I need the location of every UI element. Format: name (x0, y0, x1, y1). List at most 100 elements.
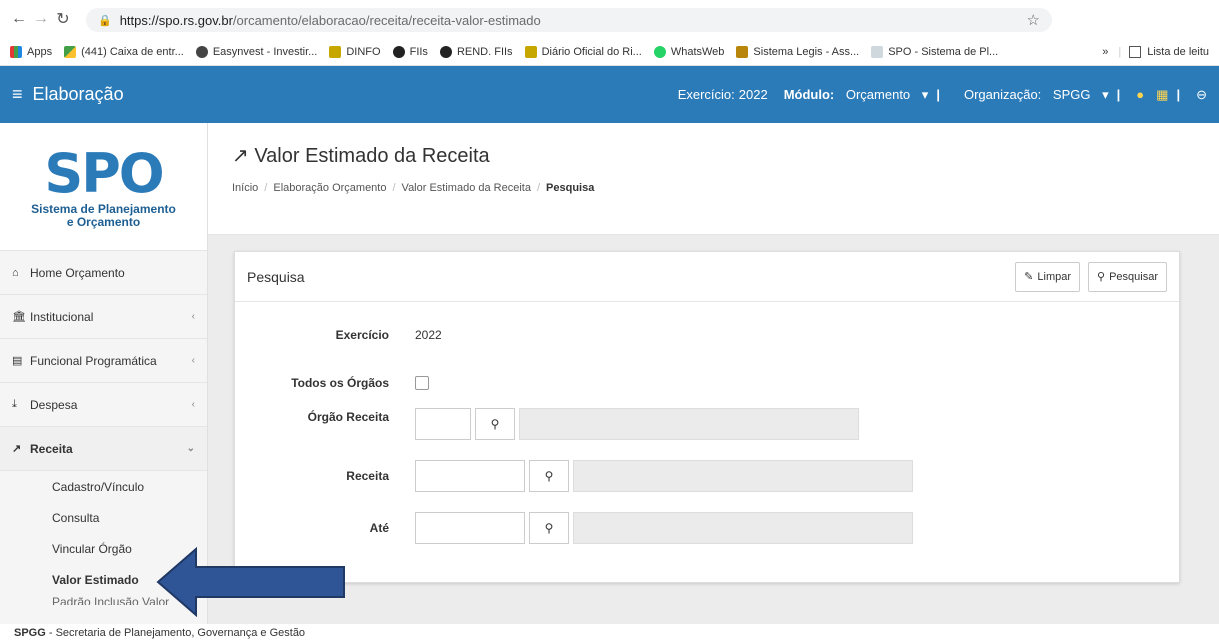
todos-orgaos-checkbox[interactable] (415, 376, 429, 390)
document-icon (871, 45, 884, 58)
field-receita: Receita ⚲ (235, 460, 913, 492)
bookmark-whatsweb[interactable]: WhatsWeb (653, 45, 724, 58)
sidebar-item-label: Funcional Programática (30, 353, 157, 368)
easynvest-icon (195, 45, 208, 58)
bookmarks-bar: Apps (441) Caixa de entr... Easynvest - … (0, 38, 1219, 66)
back-icon[interactable]: ← (8, 10, 30, 28)
bookmark-dinfo[interactable]: DINFO (329, 45, 381, 58)
bookmark-diario[interactable]: Diário Oficial do Ri... (524, 45, 642, 58)
app-title: Elaboração (32, 84, 124, 104)
bookmark-mail[interactable]: (441) Caixa de entr... (64, 45, 184, 58)
chevron-down-icon: ⌄ (186, 443, 195, 454)
sidebar-item-funcional[interactable]: ▤ Funcional Programática ‹ (0, 339, 207, 383)
modulo-dropdown[interactable]: Módulo: Orçamento ▾ (784, 87, 929, 103)
chevron-left-icon: ‹ (191, 311, 195, 322)
reading-list-label[interactable]: Lista de leitu (1147, 46, 1209, 58)
exercicio-field-value: 2022 (415, 328, 442, 342)
search-icon: ⚲ (1097, 271, 1106, 283)
url-host: https://spo.rs.gov.br (119, 12, 233, 28)
ate-search-icon[interactable]: ⚲ (529, 512, 569, 544)
bookmark-spo[interactable]: SPO - Sistema de Pl... (871, 45, 998, 58)
bookmark-apps[interactable]: Apps (10, 45, 52, 58)
main-content: ↗ Valor Estimado da Receita Início / Elabo… (208, 123, 1219, 642)
field-todos-orgaos: Todos os Órgãos (235, 376, 429, 390)
download-icon: ⤓ (12, 398, 17, 410)
divider: | (1116, 87, 1121, 102)
reload-icon[interactable]: ↻ (52, 9, 74, 29)
panel-title: Pesquisa (247, 268, 305, 285)
receita-label: Receita (346, 469, 389, 483)
mail-icon (64, 45, 77, 58)
sidebar-item-label: Institucional (30, 309, 94, 324)
sidebar-item-home[interactable]: ⌂ Home Orçamento (0, 251, 207, 295)
address-bar[interactable]: 🔒 https://spo.rs.gov.br/orcamento/elabor… (86, 8, 1052, 32)
bookmark-legis[interactable]: Sistema Legis - Ass... (736, 45, 859, 58)
sidebar-subitem-cadastro[interactable]: Cadastro/Vínculo (0, 471, 207, 502)
sidebar-item-institucional[interactable]: 🏛 Institucional ‹ (0, 295, 207, 339)
app-header: ≡ Elaboração Exercício: 2022 Módulo: Orç… (0, 66, 1219, 123)
user-icon[interactable]: ⊖ (1196, 87, 1207, 103)
orgao-receita-input[interactable] (415, 408, 471, 440)
logo-text: SPO (44, 141, 164, 205)
spo-logo: SPO Sistema de Planejamento e Orçamento (0, 123, 207, 251)
lock-icon: 🔒 (98, 14, 112, 27)
field-ate: Até ⚲ (235, 512, 913, 544)
bookmark-easynvest[interactable]: Easynvest - Investir... (195, 45, 317, 58)
sidebar-item-receita[interactable]: ↗ Receita ⌄ (0, 427, 207, 471)
field-orgao-receita: Órgão Receita ⚲ (235, 408, 859, 440)
bank-icon: 🏛 (12, 311, 26, 323)
receita-input[interactable] (415, 460, 525, 492)
external-link-icon: ↗ (12, 443, 22, 455)
organizacao-dropdown[interactable]: Organização: SPGG ▾ (956, 87, 1109, 103)
logo-subtitle-1: Sistema de Planejamento (31, 201, 176, 216)
bookmark-rend-fiis[interactable]: REND. FIIs (439, 45, 513, 58)
footer-org: SPGG (14, 627, 46, 639)
reading-list-icon[interactable] (1129, 45, 1142, 58)
page-title: ↗ Valor Estimado da Receita (232, 145, 490, 167)
modulo-label: Módulo: (783, 86, 835, 102)
crest-icon (736, 45, 749, 58)
exercicio-value: 2022 (738, 87, 768, 102)
sidebar-item-label: Despesa (30, 397, 78, 412)
grid-menu-icon[interactable]: ▦ (1156, 87, 1168, 103)
logo-subtitle-2: e Orçamento (66, 214, 141, 229)
bookmark-fiis[interactable]: FIIs (392, 45, 428, 58)
footer-text: - Secretaria de Planejamento, Governança… (45, 627, 306, 639)
breadcrumb-valor-estimado[interactable]: Valor Estimado da Receita (402, 182, 531, 194)
help-icon[interactable]: ● (1136, 87, 1144, 102)
exercicio-label: Exercício: (677, 87, 735, 102)
crest-icon (524, 45, 537, 58)
receita-description (573, 460, 913, 492)
receita-search-icon[interactable]: ⚲ (529, 460, 569, 492)
clear-button[interactable]: ✎ Limpar (1015, 261, 1081, 292)
ate-input[interactable] (415, 512, 525, 544)
breadcrumb-current: Pesquisa (546, 182, 595, 194)
eraser-icon: ✎ (1024, 271, 1034, 283)
bookmarks-overflow-icon[interactable]: » (1102, 46, 1108, 58)
sidebar-item-label: Home Orçamento (30, 265, 125, 280)
ate-label: Até (369, 521, 389, 535)
rend-fiis-icon (439, 45, 452, 58)
exercicio-field-label: Exercício (335, 328, 389, 342)
page-header: ↗ Valor Estimado da Receita Início / Elabo… (208, 123, 1219, 235)
divider: | (1118, 45, 1122, 58)
orgao-receita-description (519, 408, 859, 440)
modulo-value: Orçamento (845, 86, 911, 102)
footer: SPGG - Secretaria de Planejamento, Gover… (0, 624, 1219, 642)
caret-down-icon: ▾ (921, 86, 929, 102)
breadcrumb-elaboracao[interactable]: Elaboração Orçamento (273, 182, 386, 194)
browser-toolbar: ← → ↻ 🔒 https://spo.rs.gov.br/orcamento/… (0, 0, 1219, 38)
caret-down-icon: ▾ (1102, 86, 1109, 102)
orgao-receita-search-icon[interactable]: ⚲ (475, 408, 515, 440)
divider: | (936, 87, 940, 102)
breadcrumb: Início / Elaboração Orçamento / Valor Estima… (232, 182, 595, 194)
bookmark-star-icon[interactable]: ☆ (1027, 11, 1040, 29)
forward-icon[interactable]: → (30, 10, 52, 28)
todos-orgaos-label: Todos os Órgãos (291, 376, 389, 390)
hamburger-menu-icon[interactable]: ≡ (12, 84, 23, 105)
sidebar-item-despesa[interactable]: ⤓ Despesa ‹ (0, 383, 207, 427)
breadcrumb-inicio[interactable]: Início (232, 182, 258, 194)
search-panel: Pesquisa ✎ Limpar ⚲ Pesquisar Exercício 20… (234, 251, 1180, 583)
sidebar-subitem-consulta[interactable]: Consulta (0, 502, 207, 533)
search-button[interactable]: ⚲ Pesquisar (1088, 261, 1167, 292)
